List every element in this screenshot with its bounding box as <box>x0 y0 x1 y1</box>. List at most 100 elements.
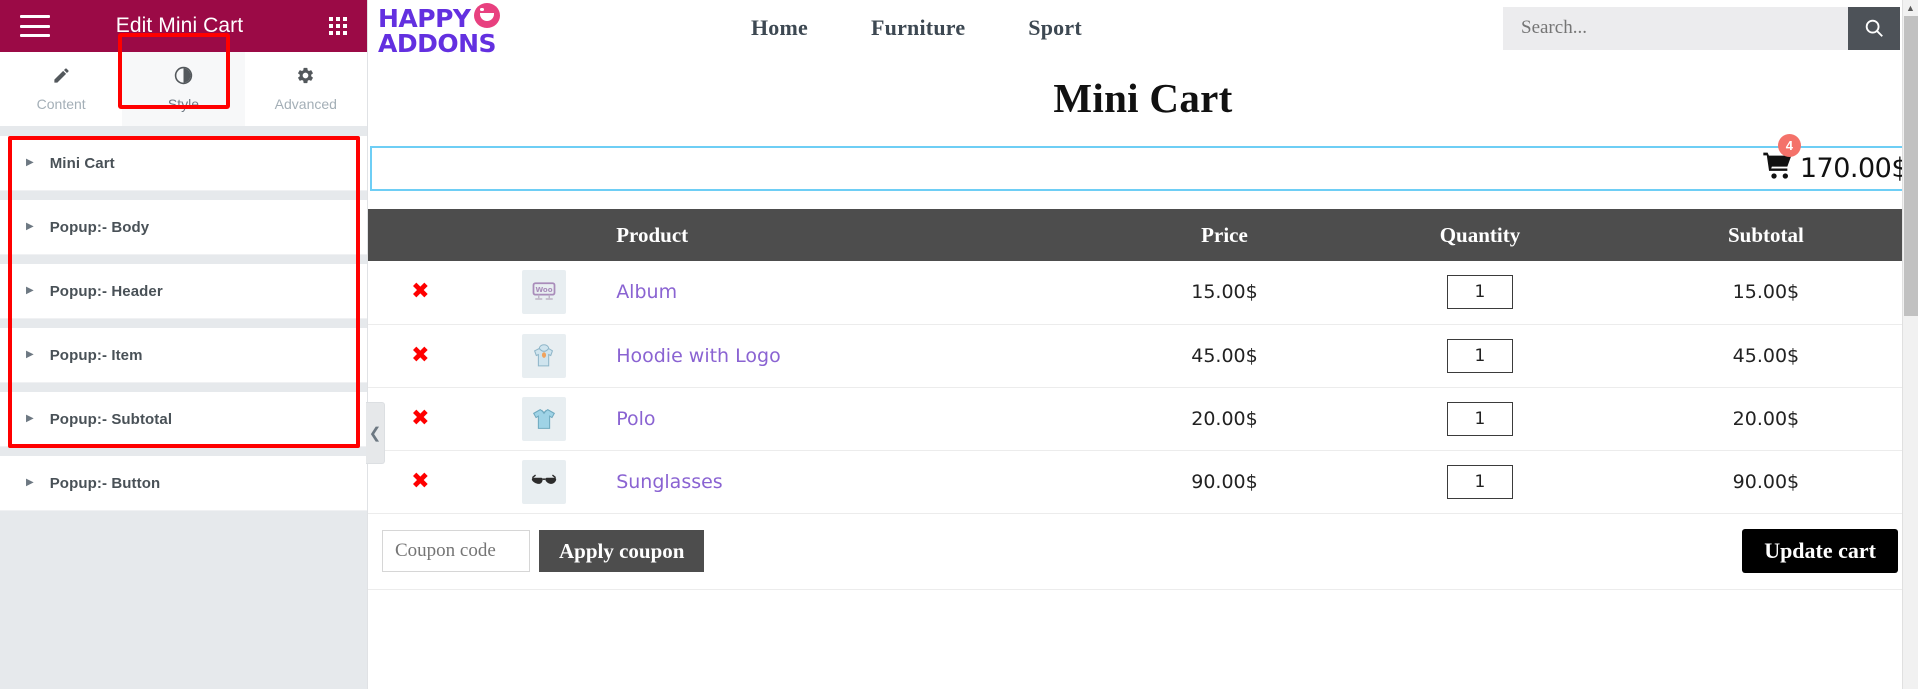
mini-cart-widget[interactable]: 4 170.00$ <box>370 134 1916 191</box>
cell-quantity <box>1346 324 1614 388</box>
cell-thumbnail <box>472 387 617 451</box>
section-popup-subtotal[interactable]: ▶ Popup:- Subtotal <box>0 392 367 447</box>
product-subtotal: 90.00$ <box>1732 470 1800 493</box>
quantity-input[interactable] <box>1446 338 1513 373</box>
product-subtotal: 15.00$ <box>1732 281 1800 304</box>
product-link[interactable]: Sunglasses <box>616 471 723 493</box>
site-preview: HAPPY ADDONS Home Furniture Sport Search… <box>368 0 1918 689</box>
product-price: 90.00$ <box>1191 470 1258 493</box>
app-screen: Edit Mini Cart Content Style Advanced ▶ … <box>0 0 1918 689</box>
nav-item-home[interactable]: Home <box>751 15 808 41</box>
panel-collapse-handle[interactable]: ❮ <box>366 402 385 464</box>
coupon-code-input[interactable] <box>382 530 530 572</box>
section-label: Popup:- Item <box>49 346 143 364</box>
tab-advanced[interactable]: Advanced <box>244 52 367 126</box>
section-label: Popup:- Header <box>49 282 163 300</box>
cell-price: 90.00$ <box>1102 450 1347 514</box>
cell-remove: ✖ <box>368 324 473 388</box>
search-input[interactable] <box>1503 6 1848 50</box>
site-navigation: Home Furniture Sport <box>751 15 1082 41</box>
page-title: Mini Cart <box>1053 75 1233 121</box>
woo-placeholder-icon[interactable]: Woo <box>522 270 567 315</box>
product-subtotal: 20.00$ <box>1732 407 1800 430</box>
gear-icon <box>296 66 315 89</box>
apply-coupon-button[interactable]: Apply coupon <box>539 530 705 572</box>
th-product: Product <box>616 209 1103 261</box>
cart-table-head: Product Price Quantity Subtotal <box>368 209 1918 261</box>
chevron-right-icon: ▶ <box>26 157 34 168</box>
panel-empty-space <box>0 511 367 689</box>
cart-icon-wrap[interactable]: 4 <box>1759 134 1801 187</box>
th-price: Price <box>1102 209 1347 261</box>
contrast-icon <box>174 66 193 89</box>
page-scrollbar[interactable]: ▲ <box>1902 0 1918 689</box>
panel-title: Edit Mini Cart <box>115 14 244 37</box>
remove-x-icon[interactable]: ✖ <box>411 469 429 494</box>
quantity-input[interactable] <box>1446 401 1513 436</box>
hoodie-icon[interactable] <box>522 333 567 378</box>
site-header: HAPPY ADDONS Home Furniture Sport <box>368 0 1918 56</box>
scrollbar-thumb[interactable] <box>1904 16 1918 316</box>
update-cart-button[interactable]: Update cart <box>1742 529 1898 573</box>
cell-subtotal: 15.00$ <box>1613 261 1918 325</box>
style-sections-accordion: ▶ Mini Cart ▶ Popup:- Body ▶ Popup:- Hea… <box>0 127 367 511</box>
tab-style[interactable]: Style <box>122 52 245 126</box>
section-popup-header[interactable]: ▶ Popup:- Header <box>0 264 367 319</box>
cell-subtotal: 45.00$ <box>1613 324 1918 388</box>
remove-x-icon[interactable]: ✖ <box>411 279 429 304</box>
th-subtotal: Subtotal <box>1613 209 1918 261</box>
tab-style-label: Style <box>167 96 200 112</box>
happy-addons-logo[interactable]: HAPPY ADDONS <box>378 1 513 56</box>
section-divider <box>0 383 367 392</box>
section-label: Popup:- Body <box>49 218 150 236</box>
remove-x-icon[interactable]: ✖ <box>411 343 429 368</box>
table-row: ✖ Hoodie with Logo 45.00$ 1 45.00$ <box>368 324 1918 388</box>
section-divider <box>0 191 367 200</box>
chevron-right-icon: ▶ <box>26 349 34 360</box>
table-row: ✖ Sunglasses 90.00$ 1 90.00$ <box>368 450 1918 514</box>
section-label: Mini Cart <box>49 154 115 172</box>
nav-item-furniture[interactable]: Furniture <box>871 15 965 41</box>
cell-thumbnail <box>472 324 617 388</box>
editor-tabs: Content Style Advanced <box>0 33 367 127</box>
product-subtotal: 45.00$ <box>1732 344 1800 367</box>
product-link[interactable]: Polo <box>616 408 655 430</box>
product-price: 15.00$ <box>1191 281 1258 304</box>
tab-advanced-label: Advanced <box>274 96 337 112</box>
table-row: ✖ Polo 20.00$ 1 20.00$ <box>368 387 1918 451</box>
section-divider <box>0 447 367 456</box>
tab-content-label: Content <box>36 96 86 112</box>
cell-thumbnail <box>472 450 617 514</box>
editor-topbar: Edit Mini Cart <box>0 0 367 52</box>
sunglasses-icon[interactable] <box>522 459 567 504</box>
section-popup-body[interactable]: ▶ Popup:- Body <box>0 200 367 255</box>
section-popup-item[interactable]: ▶ Popup:- Item <box>0 328 367 383</box>
cell-product-name: Hoodie with Logo <box>616 324 1103 388</box>
scroll-up-arrow-icon[interactable]: ▲ <box>1903 0 1918 16</box>
section-label: Popup:- Button <box>49 474 161 492</box>
section-label: Popup:- Subtotal <box>49 410 173 428</box>
search-button[interactable] <box>1848 6 1900 50</box>
cell-thumbnail: Woo <box>472 261 617 325</box>
mini-cart-widget-wrap: 4 170.00$ <box>368 134 1918 191</box>
product-link[interactable]: Album <box>616 281 677 303</box>
remove-x-icon[interactable]: ✖ <box>411 406 429 431</box>
cell-quantity <box>1346 387 1614 451</box>
cart-badge-count: 4 <box>1777 134 1801 157</box>
chevron-right-icon: ▶ <box>26 477 34 488</box>
cell-price: 45.00$ <box>1102 324 1347 388</box>
section-mini-cart[interactable]: ▶ Mini Cart <box>0 136 367 191</box>
cart-table-body: ✖ Woo Album 15.00$ 1 15.00$ ✖ Hoodie wit… <box>368 261 1918 514</box>
section-popup-button[interactable]: ▶ Popup:- Button <box>0 456 367 511</box>
quantity-input[interactable] <box>1446 275 1513 310</box>
polo-shirt-icon[interactable] <box>522 396 567 441</box>
quantity-input[interactable] <box>1446 464 1513 499</box>
product-price: 45.00$ <box>1191 344 1258 367</box>
cell-remove: ✖ <box>368 261 473 325</box>
tab-content[interactable]: Content <box>0 52 123 126</box>
grid-apps-icon[interactable] <box>329 17 347 35</box>
cart-actions-row: Apply coupon Update cart <box>368 514 1918 590</box>
cell-product-name: Album <box>616 261 1103 325</box>
nav-item-sport[interactable]: Sport <box>1028 15 1082 41</box>
product-link[interactable]: Hoodie with Logo <box>616 345 781 367</box>
